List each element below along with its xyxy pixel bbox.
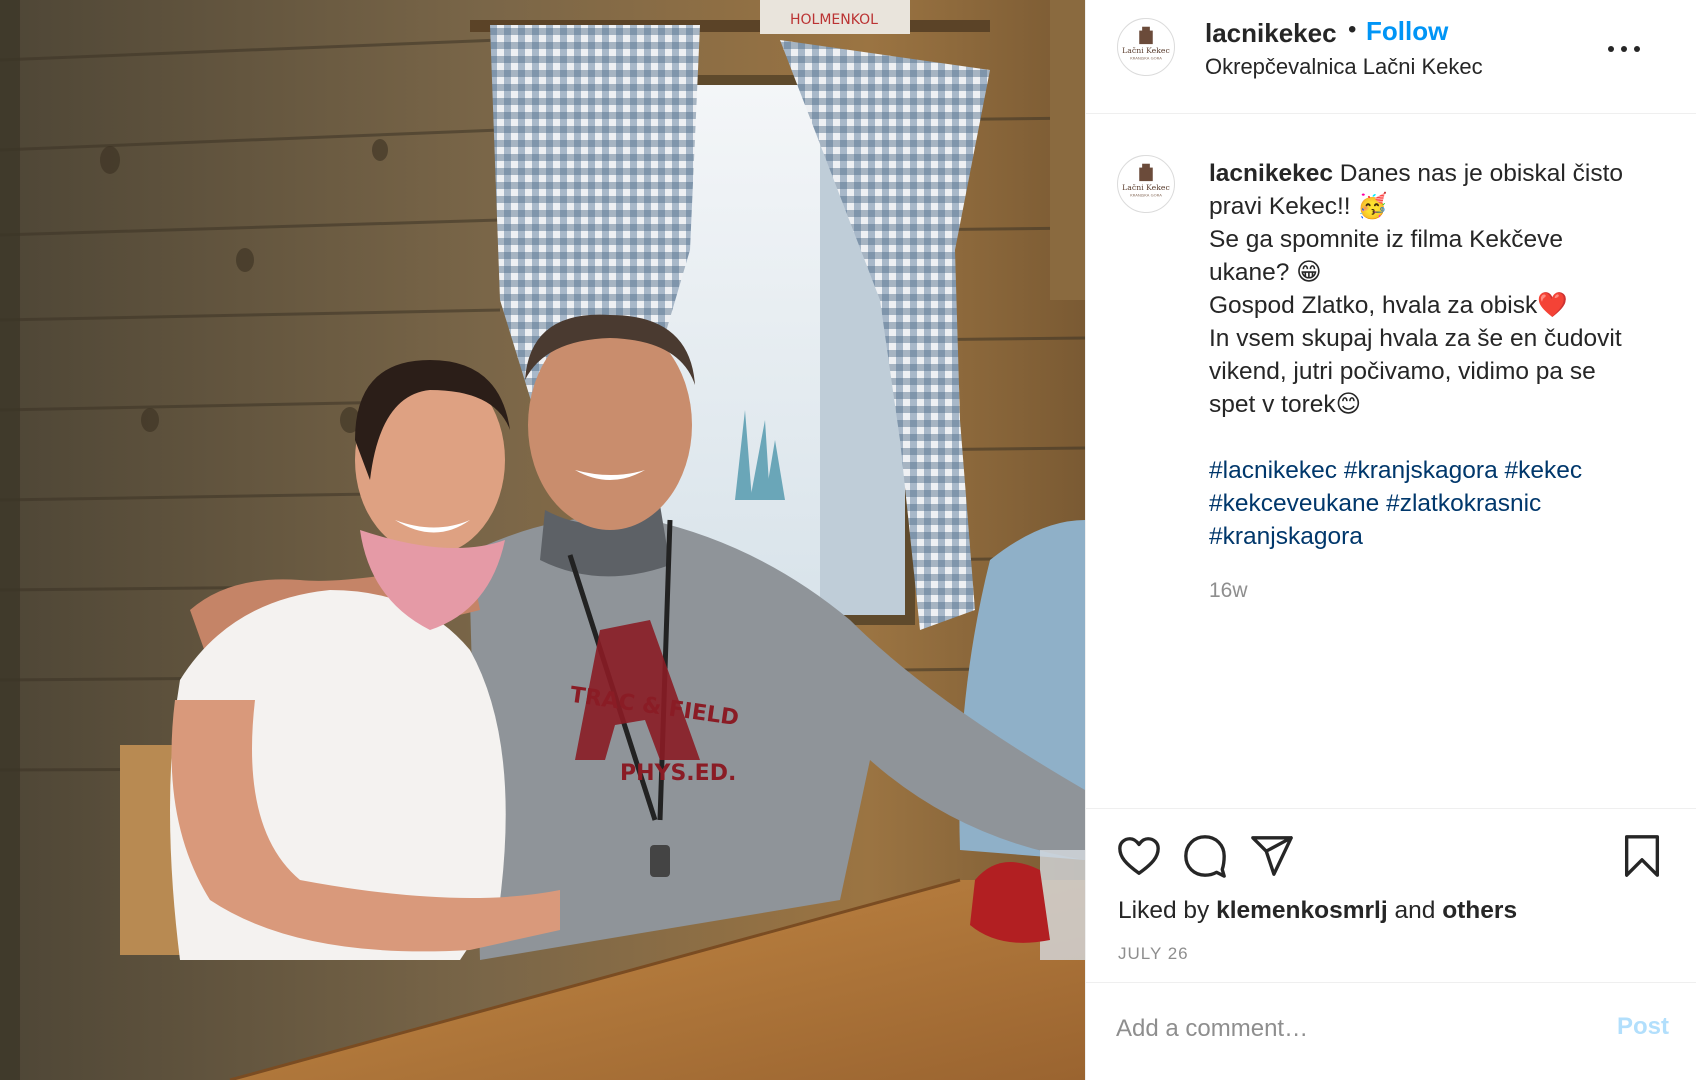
caption-area: Lačni Kekec KRANJSKA GORA lacnikekec Dan… xyxy=(1086,115,1696,808)
svg-text:KRANJSKA GORA: KRANJSKA GORA xyxy=(1130,56,1162,61)
post-actions: Liked by klemenkosmrlj and others JULY 2… xyxy=(1086,808,1696,982)
caption-line: Gospod Zlatko, hvala za obisk❤️ xyxy=(1209,292,1568,319)
comment-input[interactable] xyxy=(1116,1009,1586,1049)
caption-line: pravi Kekec!! 🥳 xyxy=(1209,193,1388,220)
caption-line: Danes nas je obiskal čisto xyxy=(1339,160,1624,187)
caption-time-ago[interactable]: 16w xyxy=(1209,579,1248,603)
shirt-print-line2: PHYS.ED. xyxy=(620,761,736,786)
post-date[interactable]: JULY 26 xyxy=(1118,944,1189,964)
caption-username[interactable]: lacnikekec xyxy=(1209,160,1333,187)
hashtag-list: #lacnikekec #kranjskagora #kekec #kekcev… xyxy=(1209,454,1669,553)
follow-button[interactable]: Follow xyxy=(1366,16,1448,47)
bookmark-icon[interactable] xyxy=(1619,833,1665,879)
hashtag-link[interactable]: #kranjskagora xyxy=(1209,523,1363,550)
svg-text:Lačni Kekec: Lačni Kekec xyxy=(1122,46,1170,55)
hashtag-link[interactable]: #lacnikekec xyxy=(1209,457,1337,484)
post-photo[interactable]: HOLMENKOL TRAC & FIELD PHYS.ED. xyxy=(0,0,1085,1080)
svg-text:HOLMENKOL: HOLMENKOL xyxy=(790,12,878,28)
caption-line: In vsem skupaj hvala za še en čudovit xyxy=(1209,325,1622,352)
caption-line: vikend, jutri počivamo, vidimo pa se xyxy=(1209,358,1596,385)
caption-text: lacnikekec Danes nas je obiskal čisto pr… xyxy=(1209,157,1669,553)
caption-avatar[interactable]: Lačni Kekec KRANJSKA GORA xyxy=(1117,155,1175,213)
svg-text:KRANJSKA GORA: KRANJSKA GORA xyxy=(1130,193,1162,198)
hashtag-link[interactable]: #kekceveukane xyxy=(1209,490,1379,517)
hashtag-link[interactable]: #zlatkokrasnic xyxy=(1386,490,1541,517)
post-header: Lačni Kekec KRANJSKA GORA lacnikekec • F… xyxy=(1086,0,1696,114)
liked-by-others[interactable]: others xyxy=(1442,897,1517,924)
post-comment-button[interactable]: Post xyxy=(1617,1013,1669,1041)
header-separator: • xyxy=(1348,16,1357,43)
caption-line: spet v torek😊 xyxy=(1209,391,1362,418)
liked-by-prefix: Liked by xyxy=(1118,897,1210,924)
logo-icon: Lačni Kekec KRANJSKA GORA xyxy=(1122,163,1170,198)
liked-by: Liked by klemenkosmrlj and others xyxy=(1118,897,1517,925)
liked-by-user[interactable]: klemenkosmrlj xyxy=(1216,897,1388,924)
profile-avatar[interactable]: Lačni Kekec KRANJSKA GORA xyxy=(1117,18,1175,76)
comment-icon[interactable] xyxy=(1182,833,1228,879)
svg-text:Lačni Kekec: Lačni Kekec xyxy=(1122,183,1170,192)
header-username[interactable]: lacnikekec xyxy=(1205,18,1337,49)
header-location[interactable]: Okrepčevalnica Lačni Kekec xyxy=(1205,54,1483,80)
caption-line: Se ga spomnite iz filma Kekčeve xyxy=(1209,226,1564,253)
comment-area: Post xyxy=(1086,982,1696,1080)
more-options-icon[interactable] xyxy=(1605,32,1645,62)
hashtag-link[interactable]: #kekec xyxy=(1505,457,1583,484)
post-photo-image: HOLMENKOL TRAC & FIELD PHYS.ED. xyxy=(0,0,1085,1080)
post-sidebar: Lačni Kekec KRANJSKA GORA lacnikekec • F… xyxy=(1085,0,1696,1080)
heart-icon[interactable] xyxy=(1116,833,1162,879)
share-icon[interactable] xyxy=(1249,833,1295,879)
logo-icon: Lačni Kekec KRANJSKA GORA xyxy=(1122,26,1170,61)
caption-line: ukane? 😁 xyxy=(1209,259,1322,286)
liked-by-and: and xyxy=(1394,897,1436,924)
hashtag-link[interactable]: #kranjskagora xyxy=(1344,457,1498,484)
